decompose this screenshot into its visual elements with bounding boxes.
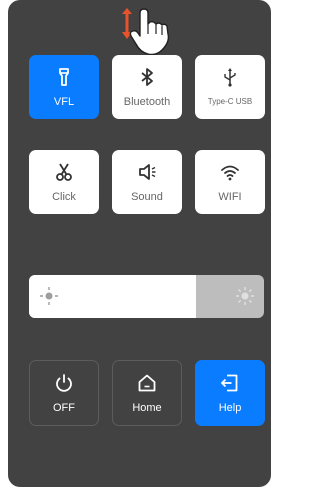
brightness-slider[interactable]	[29, 275, 264, 318]
brightness-high-icon	[236, 287, 254, 305]
flashlight-icon	[59, 68, 69, 86]
off-button[interactable]: OFF	[29, 360, 99, 426]
home-icon	[138, 374, 156, 392]
help-label: Help	[218, 402, 242, 414]
type-c-usb-label: Type-C USB	[207, 97, 253, 106]
usb-icon	[224, 68, 236, 87]
click-label: Click	[52, 191, 76, 203]
scissors-icon	[56, 163, 72, 181]
wifi-tile[interactable]: WIFI	[195, 150, 265, 214]
sound-tile[interactable]: Sound	[112, 150, 182, 214]
vfl-tile[interactable]: VFL	[29, 55, 99, 119]
sound-label: Sound	[131, 191, 163, 203]
off-label: OFF	[53, 402, 75, 414]
type-c-usb-tile[interactable]: Type-C USB	[195, 55, 265, 119]
home-label: Home	[132, 402, 162, 414]
click-tile[interactable]: Click	[29, 150, 99, 214]
wifi-icon	[221, 165, 239, 181]
speaker-icon	[139, 164, 156, 180]
vfl-label: VFL	[53, 96, 75, 108]
bluetooth-tile[interactable]: Bluetooth	[112, 55, 182, 119]
help-button[interactable]: Help	[195, 360, 265, 426]
bluetooth-label: Bluetooth	[123, 96, 171, 108]
wifi-label: WIFI	[218, 191, 242, 203]
bluetooth-icon	[141, 68, 153, 86]
exit-icon	[221, 374, 238, 392]
power-icon	[56, 374, 72, 392]
brightness-low-icon	[40, 287, 58, 305]
home-button[interactable]: Home	[112, 360, 182, 426]
